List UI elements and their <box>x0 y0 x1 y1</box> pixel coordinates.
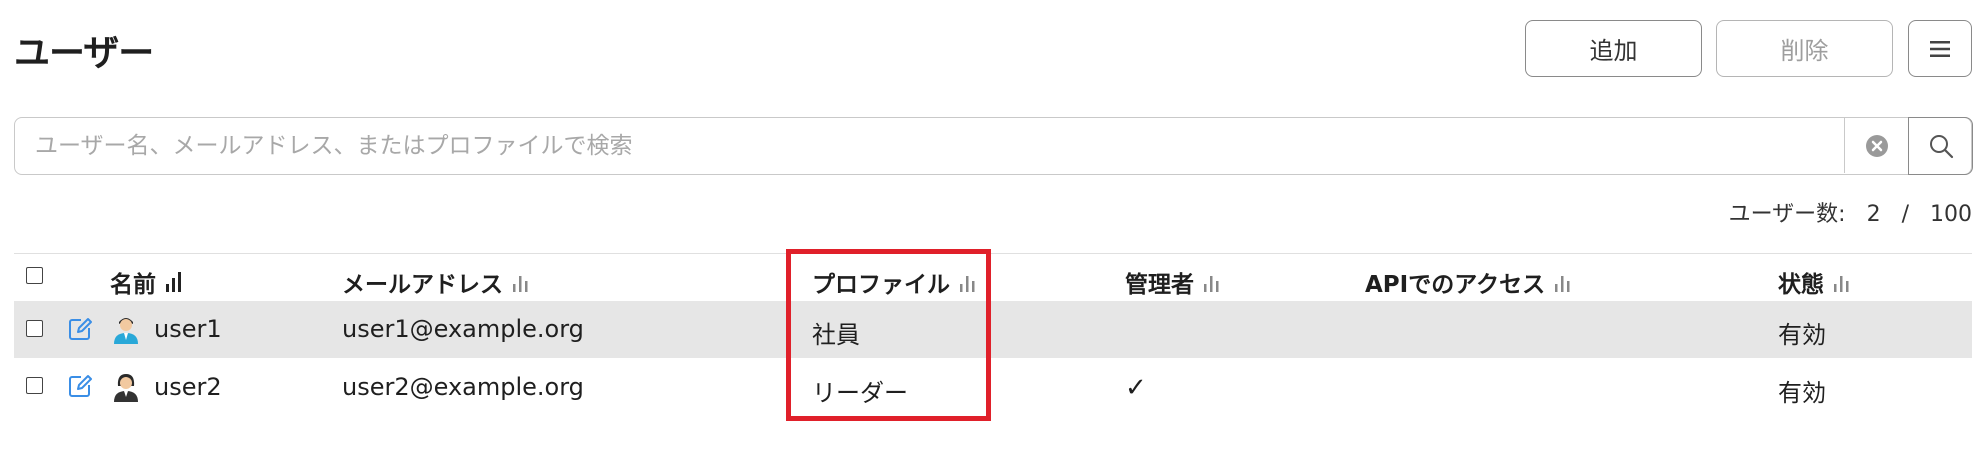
edit-icon[interactable] <box>67 373 93 399</box>
column-header-email-label: メールアドレス <box>342 272 503 298</box>
edit-icon[interactable] <box>67 316 93 342</box>
add-button[interactable]: 追加 <box>1525 20 1702 77</box>
user-status: 有効 <box>1778 379 1826 407</box>
sort-icon <box>513 276 528 292</box>
column-header-name-label: 名前 <box>110 272 156 298</box>
user-status: 有効 <box>1778 321 1826 349</box>
user-email: user1@example.org <box>342 315 584 343</box>
user-count-separator: / <box>1901 202 1909 227</box>
user-email: user2@example.org <box>342 373 584 401</box>
sort-icon <box>1834 276 1849 292</box>
column-header-status-label: 状態 <box>1778 272 1824 298</box>
clear-icon <box>1865 134 1888 157</box>
search-bar <box>14 116 1973 175</box>
column-header-status[interactable]: 状態 <box>1778 265 1852 299</box>
clear-search-button[interactable] <box>1844 118 1908 173</box>
user-count-current: 2 <box>1866 202 1881 227</box>
search-input[interactable] <box>15 118 1845 173</box>
table-row[interactable]: user1 user1@example.org 社員 有効 <box>14 301 1972 358</box>
column-header-api-access-label: APIでのアクセス <box>1365 272 1546 298</box>
search-button[interactable] <box>1908 116 1973 175</box>
user-count-label: ユーザー数: <box>1728 202 1846 227</box>
sort-icon-active <box>166 272 181 292</box>
column-header-api-access[interactable]: APIでのアクセス <box>1365 265 1573 299</box>
admin-check-icon: ✓ <box>1125 373 1147 403</box>
row-checkbox[interactable] <box>26 377 43 394</box>
table-top-border <box>14 253 1972 254</box>
user-count: ユーザー数: 2 / 100 <box>1729 196 1972 228</box>
sort-icon <box>1555 276 1570 292</box>
menu-button[interactable] <box>1908 20 1972 77</box>
user-name[interactable]: user2 <box>154 373 222 401</box>
row-checkbox[interactable] <box>26 320 43 337</box>
menu-icon <box>1930 40 1950 57</box>
user-count-total: 100 <box>1930 202 1972 227</box>
female-user-icon <box>114 374 138 402</box>
male-user-icon <box>114 318 138 344</box>
column-header-admin[interactable]: 管理者 <box>1125 265 1222 299</box>
select-all-checkbox[interactable] <box>26 267 43 284</box>
user-name[interactable]: user1 <box>154 315 222 343</box>
search-icon <box>1929 134 1953 158</box>
column-header-admin-label: 管理者 <box>1125 272 1194 298</box>
column-header-name[interactable]: 名前 <box>110 265 184 299</box>
sort-icon <box>1204 276 1219 292</box>
page-title: ユーザー <box>14 33 154 74</box>
delete-button[interactable]: 削除 <box>1716 20 1893 77</box>
profile-column-highlight <box>786 249 991 421</box>
column-header-email[interactable]: メールアドレス <box>342 265 531 299</box>
table-row[interactable]: user2 user2@example.org リーダー ✓ 有効 <box>14 359 1972 416</box>
